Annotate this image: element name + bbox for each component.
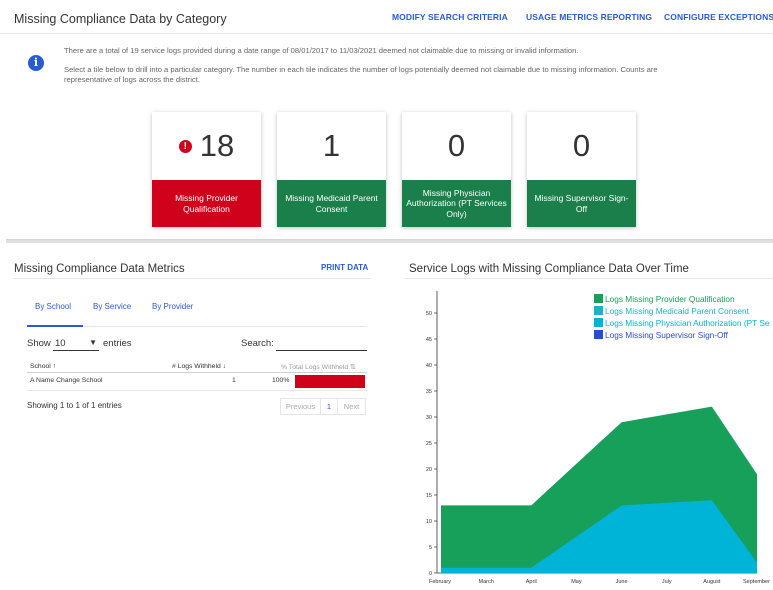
sort-both-icon: ⇅ bbox=[350, 364, 356, 371]
y-tick-label: 40 bbox=[426, 363, 432, 369]
x-tick-label: September bbox=[743, 579, 770, 585]
column-header-school[interactable]: School ↑ bbox=[30, 363, 56, 370]
show-label: Show bbox=[27, 338, 51, 349]
tile-count-area: 0 bbox=[402, 112, 511, 180]
tab-by-school[interactable]: By School bbox=[35, 302, 71, 311]
print-data-link[interactable]: PRINT DATA bbox=[321, 263, 368, 272]
tile-label: Missing Medicaid Parent Consent bbox=[277, 180, 386, 227]
tile-count: 18 bbox=[199, 128, 235, 163]
tile-count-area: 0 bbox=[527, 112, 636, 180]
y-tick-label: 45 bbox=[426, 337, 432, 343]
search-input[interactable] bbox=[276, 337, 367, 351]
alert-icon: ! bbox=[178, 139, 192, 153]
legend-swatch bbox=[594, 306, 603, 315]
active-tab-indicator bbox=[27, 325, 83, 327]
tile-label: Missing Physician Authorization (PT Serv… bbox=[402, 180, 511, 227]
y-tick-label: 30 bbox=[426, 415, 432, 421]
x-tick-label: June bbox=[616, 579, 628, 585]
column-header-logs-withheld[interactable]: # Logs Withheld ↓ bbox=[172, 363, 226, 370]
x-tick-label: April bbox=[526, 579, 537, 585]
tile-count: 1 bbox=[322, 128, 341, 163]
cell-school: A Name Change School bbox=[30, 377, 103, 384]
tab-by-provider[interactable]: By Provider bbox=[152, 302, 193, 311]
x-tick-label: February bbox=[429, 579, 451, 585]
sort-asc-icon: ↑ bbox=[52, 363, 57, 370]
legend-label: Logs Missing Medicaid Parent Consent bbox=[605, 306, 749, 316]
modify-search-criteria-link[interactable]: MODIFY SEARCH CRITERIA bbox=[392, 12, 508, 22]
pager-page-1-button[interactable]: 1 bbox=[321, 398, 338, 415]
table-row-rule bbox=[27, 390, 367, 391]
y-tick-label: 25 bbox=[426, 441, 432, 447]
column-header-label: % Total Logs Withheld bbox=[281, 364, 349, 371]
legend-label: Logs Missing Physician Authorization (PT… bbox=[605, 318, 770, 328]
configure-exceptions-link[interactable]: CONFIGURE EXCEPTIONS bbox=[664, 12, 773, 22]
table-info-text: Showing 1 to 1 of 1 entries bbox=[27, 401, 122, 410]
legend-swatch bbox=[594, 330, 603, 339]
pager-previous-button[interactable]: Previous bbox=[280, 398, 321, 415]
info-instruction-text-cont: representative of logs across the distri… bbox=[64, 75, 200, 84]
entries-select[interactable]: 10 ▼ bbox=[53, 337, 99, 351]
page-title: Missing Compliance Data by Category bbox=[14, 12, 227, 26]
tile-count: 0 bbox=[572, 128, 591, 163]
column-header-label: # Logs Withheld bbox=[172, 363, 221, 370]
tile-label: Missing Provider Qualification bbox=[152, 180, 261, 227]
cell-pct-withheld: 100% bbox=[272, 377, 290, 384]
entries-label: entries bbox=[103, 338, 132, 349]
y-tick-label: 10 bbox=[426, 519, 432, 525]
column-header-pct-withheld[interactable]: % Total Logs Withheld ⇅ bbox=[281, 363, 356, 371]
search-label: Search: bbox=[241, 338, 274, 349]
chevron-down-icon: ▼ bbox=[89, 338, 97, 347]
y-tick-label: 0 bbox=[429, 571, 432, 577]
y-tick-label: 5 bbox=[429, 545, 432, 551]
table-header-rule bbox=[27, 372, 367, 373]
x-tick-label: March bbox=[479, 579, 494, 585]
tile-missing-provider-qualification[interactable]: ! 18 Missing Provider Qualification bbox=[152, 112, 261, 227]
tab-by-service[interactable]: By Service bbox=[93, 302, 131, 311]
y-tick-label: 50 bbox=[426, 311, 432, 317]
x-tick-label: May bbox=[571, 579, 582, 585]
info-icon: i bbox=[28, 55, 44, 71]
metrics-title-rule bbox=[14, 278, 370, 279]
y-tick-label: 35 bbox=[426, 389, 432, 395]
chart-title-rule bbox=[405, 278, 773, 279]
legend-swatch bbox=[594, 294, 603, 303]
tile-count-area: 1 bbox=[277, 112, 386, 180]
top-header: Missing Compliance Data by Category MODI… bbox=[0, 0, 773, 34]
pct-withheld-bar bbox=[295, 375, 365, 388]
y-tick-label: 20 bbox=[426, 467, 432, 473]
usage-metrics-reporting-link[interactable]: USAGE METRICS REPORTING bbox=[526, 12, 652, 22]
info-instruction-text: Select a tile below to drill into a part… bbox=[64, 65, 658, 74]
tile-missing-supervisor-sign-off[interactable]: 0 Missing Supervisor Sign-Off bbox=[527, 112, 636, 227]
cell-logs-withheld: 1 bbox=[232, 377, 236, 384]
x-tick-label: August bbox=[703, 579, 721, 585]
tile-count-area: ! 18 bbox=[152, 112, 261, 180]
info-summary-text: There are a total of 19 service logs pro… bbox=[64, 46, 579, 55]
entries-value: 10 bbox=[55, 338, 66, 349]
sort-desc-icon: ↓ bbox=[222, 363, 227, 370]
tile-missing-medicaid-parent-consent[interactable]: 1 Missing Medicaid Parent Consent bbox=[277, 112, 386, 227]
legend-swatch bbox=[594, 318, 603, 327]
tile-count: 0 bbox=[447, 128, 466, 163]
tile-missing-physician-authorization[interactable]: 0 Missing Physician Authorization (PT Se… bbox=[402, 112, 511, 227]
x-tick-label: July bbox=[662, 579, 672, 585]
tile-label: Missing Supervisor Sign-Off bbox=[527, 180, 636, 227]
column-header-label: School bbox=[30, 363, 51, 370]
section-divider bbox=[6, 239, 773, 243]
legend-label: Logs Missing Provider Qualification bbox=[605, 294, 735, 304]
chart-title: Service Logs with Missing Compliance Dat… bbox=[409, 263, 689, 275]
y-tick-label: 15 bbox=[426, 493, 432, 499]
pager-next-button[interactable]: Next bbox=[338, 398, 366, 415]
metrics-title: Missing Compliance Data Metrics bbox=[14, 263, 185, 275]
legend-label: Logs Missing Supervisor Sign-Off bbox=[605, 330, 728, 340]
